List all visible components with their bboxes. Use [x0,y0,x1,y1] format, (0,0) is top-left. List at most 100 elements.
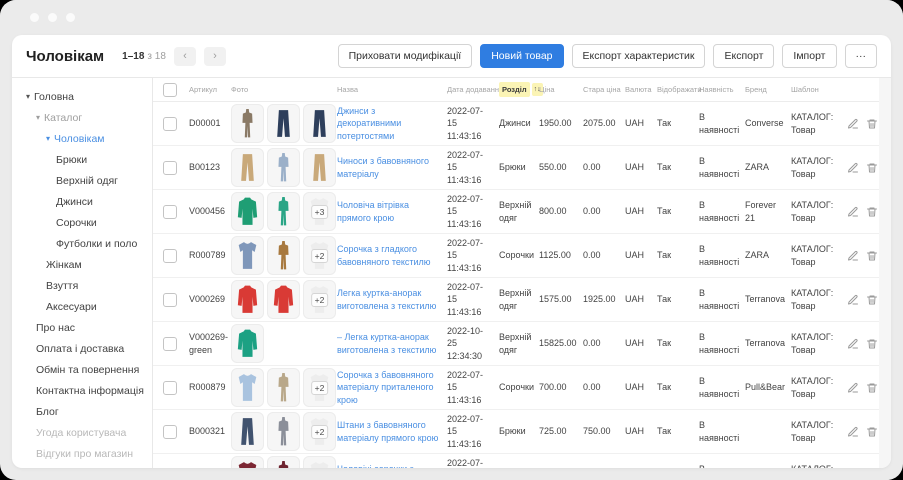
row-checkbox[interactable] [163,292,177,307]
pants-photo-thumbnail[interactable] [231,412,264,451]
row-checkbox[interactable] [163,248,177,263]
sidebar-item-10[interactable]: Аксесуари [12,296,152,317]
product-name-link[interactable]: Джинси з декоративними потертостями [337,105,447,141]
sidebar-item-7[interactable]: Футболки и поло [12,233,152,254]
figure-photo-thumbnail[interactable] [267,236,300,275]
edit-icon[interactable] [847,118,859,130]
more-photos-thumbnail[interactable]: +2 [303,236,336,275]
column-header-10[interactable]: Бренд [745,85,791,94]
shirt-photo-thumbnail[interactable] [231,368,264,407]
delete-icon[interactable] [866,118,878,130]
close-button[interactable] [30,13,39,22]
edit-icon[interactable] [847,250,859,262]
jacket-photo-thumbnail[interactable] [231,324,264,363]
scrollbar[interactable] [879,78,891,468]
sidebar-item-12[interactable]: Оплата і доставка [12,338,152,359]
edit-icon[interactable] [847,338,859,350]
delete-icon[interactable] [866,382,878,394]
delete-icon[interactable] [866,338,878,350]
product-name-link[interactable]: Легка куртка-анорак виготовлена з тексти… [337,287,447,311]
sidebar-item-5[interactable]: Джинси [12,191,152,212]
header-button-4[interactable]: Імпорт [782,44,837,68]
select-all-checkbox[interactable] [163,82,177,97]
edit-icon[interactable] [847,382,859,394]
column-header-2[interactable]: Назва [337,85,447,94]
column-header-0[interactable]: Артикул [189,85,231,94]
next-page-button[interactable]: › [203,46,226,66]
sidebar-item-6[interactable]: Сорочки [12,212,152,233]
delete-icon[interactable] [866,250,878,262]
shirt-photo-thumbnail[interactable] [231,236,264,275]
pants-photo-thumbnail[interactable] [231,148,264,187]
figure-photo-thumbnail[interactable] [267,456,300,468]
edit-icon[interactable] [847,426,859,438]
sidebar-item-14[interactable]: Контактна інформація [12,380,152,401]
row-checkbox[interactable] [163,116,177,131]
sidebar-item-1[interactable]: ▾ Каталог [12,107,152,128]
more-photos-thumbnail[interactable]: +3 [303,192,336,231]
pants-photo-thumbnail[interactable] [267,104,300,143]
delete-icon[interactable] [866,162,878,174]
product-name-link[interactable]: – Легка куртка-анорак виготовлена з текс… [337,331,447,355]
figure-photo-thumbnail[interactable] [267,368,300,407]
edit-icon[interactable] [847,162,859,174]
product-name-link[interactable]: Чиноси з бавовняного матеріалу [337,155,447,179]
edit-icon[interactable] [847,294,859,306]
column-header-1[interactable]: Фото [231,85,337,94]
delete-icon[interactable] [866,206,878,218]
pants-photo-thumbnail[interactable] [303,104,336,143]
minimize-button[interactable] [48,13,57,22]
sidebar-item-0[interactable]: ▾ Головна [12,86,152,107]
delete-icon[interactable] [866,294,878,306]
sidebar-item-2[interactable]: ▾ Чоловікам [12,128,152,149]
more-photos-thumbnail[interactable]: +2 [303,412,336,451]
figure-photo-thumbnail[interactable] [267,148,300,187]
product-name-link[interactable]: Сорочка з бавовняного матеріалу притален… [337,369,447,405]
more-actions-button[interactable]: ··· [844,44,877,68]
more-photos-thumbnail[interactable]: +2 [303,456,336,468]
shirt-photo-thumbnail[interactable] [231,456,264,468]
column-header-6[interactable]: Стара ціна [583,85,625,94]
sidebar-item-9[interactable]: Взуття [12,275,152,296]
column-header-7[interactable]: Валюта [625,85,657,94]
header-button-0[interactable]: Приховати модифікації [337,44,473,68]
figure-photo-thumbnail[interactable] [267,192,300,231]
sidebar-item-4[interactable]: Верхній одяг [12,170,152,191]
jacket-photo-thumbnail[interactable] [231,192,264,231]
sidebar-item-17[interactable]: Відгуки про магазин [12,443,152,464]
header-button-1[interactable]: Новий товар [480,44,564,68]
row-checkbox[interactable] [163,204,177,219]
delete-icon[interactable] [866,426,878,438]
sidebar-item-18[interactable]: Мапа сайту [12,464,152,468]
row-checkbox[interactable] [163,336,177,351]
edit-icon[interactable] [847,206,859,218]
more-photos-thumbnail[interactable]: +2 [303,280,336,319]
sidebar-item-16[interactable]: Угода користувача [12,422,152,443]
product-name-link[interactable]: Чоловічі сорочки з легкого текстилю [337,463,447,468]
sidebar-item-3[interactable]: Брюки [12,149,152,170]
column-header-9[interactable]: Наявність [699,85,745,94]
column-header-8[interactable]: Відображати [657,85,702,94]
jacket-photo-thumbnail[interactable] [231,280,264,319]
more-photos-thumbnail[interactable]: +2 [303,368,336,407]
sidebar-item-13[interactable]: Обмін та повернення [12,359,152,380]
column-header-5[interactable]: Ціна [539,85,583,94]
jacket-photo-thumbnail[interactable] [267,280,300,319]
prev-page-button[interactable]: ‹ [173,46,196,66]
row-checkbox[interactable] [163,160,177,175]
product-name-link[interactable]: Сорочка з гладкого бавовняного текстилю [337,243,447,267]
figure-photo-thumbnail[interactable] [267,412,300,451]
maximize-button[interactable] [66,13,75,22]
row-checkbox[interactable] [163,424,177,439]
header-button-3[interactable]: Експорт [713,44,775,68]
sidebar-item-11[interactable]: Про нас [12,317,152,338]
figure-photo-thumbnail[interactable] [231,104,264,143]
sidebar-item-15[interactable]: Блог [12,401,152,422]
column-header-3[interactable]: Дата додавання [447,85,503,94]
column-header-4[interactable]: Розділ ↑↓ [499,82,543,97]
header-button-2[interactable]: Експорт характеристик [571,44,706,68]
product-name-link[interactable]: Штани з бавовняного матеріалу прямого кр… [337,419,447,443]
column-header-11[interactable]: Шаблон [791,85,847,94]
row-checkbox[interactable] [163,380,177,395]
sidebar-item-8[interactable]: Жінкам [12,254,152,275]
